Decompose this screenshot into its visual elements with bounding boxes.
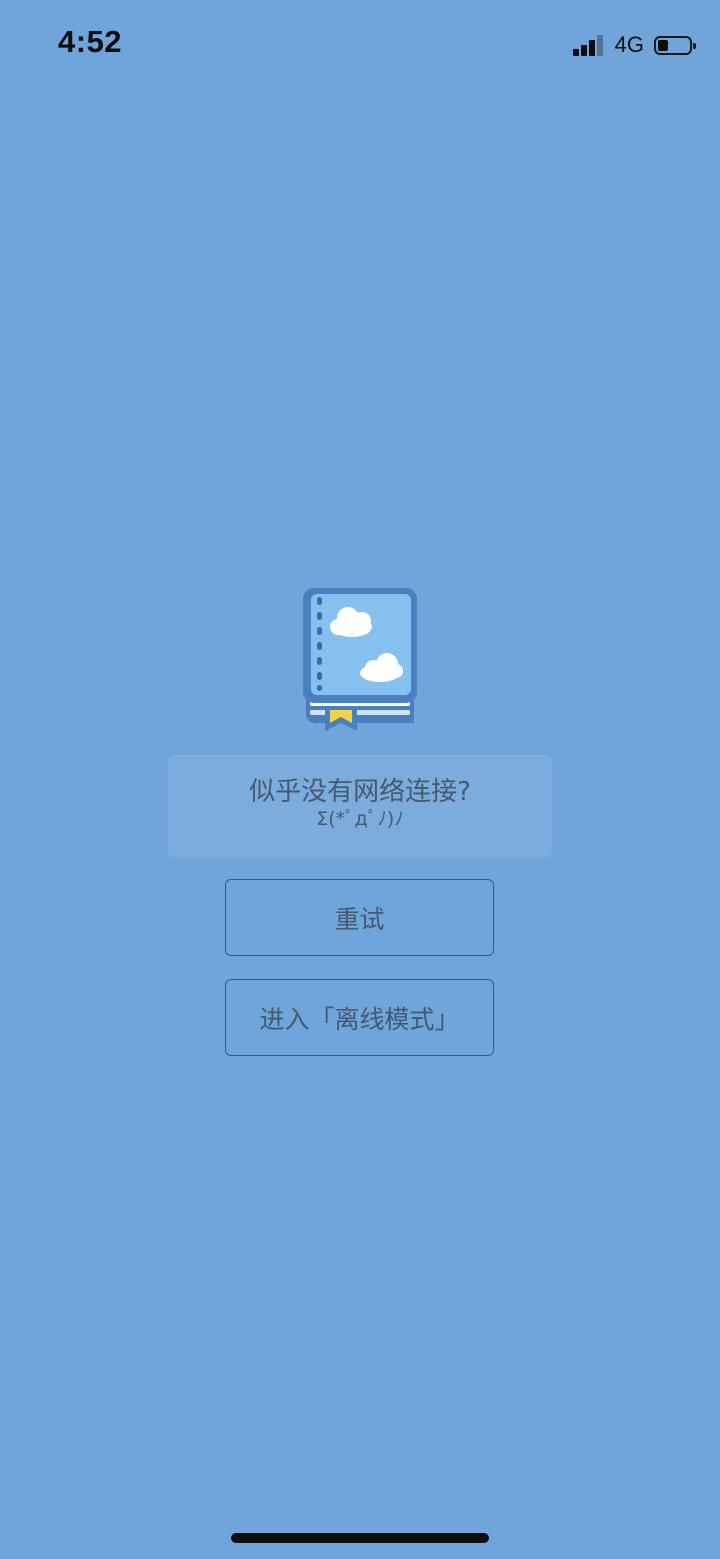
message-title: 似乎没有网络连接? [249, 777, 471, 807]
battery-icon [654, 35, 696, 55]
home-indicator[interactable] [231, 1533, 489, 1543]
offline-mode-button[interactable]: 进入「离线模式」 [225, 979, 494, 1056]
status-bar: 4:52 4G [0, 0, 720, 90]
book-icon [300, 585, 420, 735]
no-network-message: 似乎没有网络连接? Σ(*ﾟдﾟﾉ)ﾉ [168, 755, 552, 858]
network-type-label: 4G [614, 32, 644, 57]
message-emoticon: Σ(*ﾟдﾟﾉ)ﾉ [316, 808, 404, 830]
status-time: 4:52 [58, 24, 123, 59]
status-indicators: 4G [572, 30, 696, 60]
retry-button[interactable]: 重试 [225, 879, 494, 956]
cellular-signal-icon [572, 34, 605, 56]
